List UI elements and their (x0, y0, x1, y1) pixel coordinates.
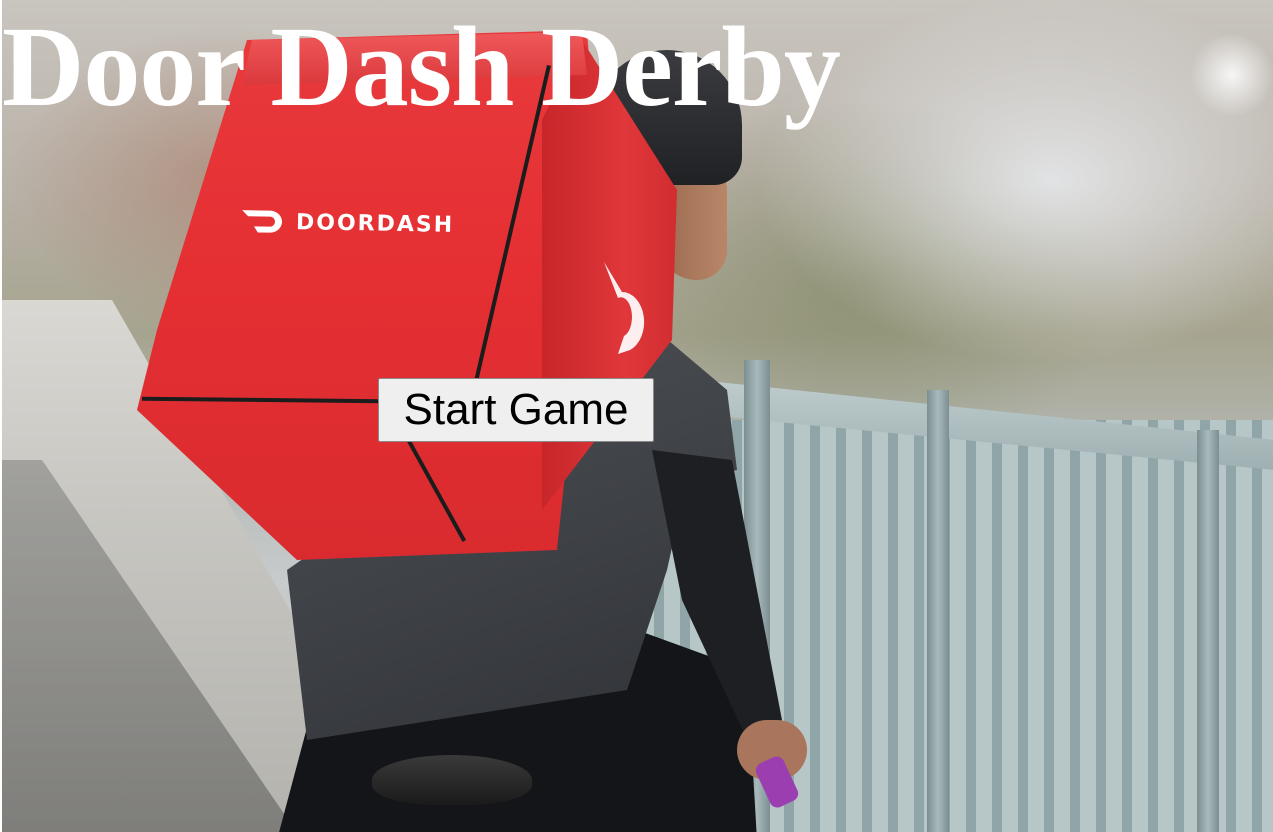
doordash-side-logo-icon (604, 262, 645, 354)
doordash-logo-icon (242, 210, 283, 233)
railing-post (1197, 430, 1219, 832)
railing-post (927, 390, 949, 832)
bike-saddle (372, 755, 532, 805)
game-title: Door Dash Derby (2, 3, 841, 130)
start-game-button[interactable]: Start Game (378, 378, 654, 442)
bag-brand-logo: DOORDASH (240, 206, 455, 240)
bag-brand-text: DOORDASH (295, 209, 455, 238)
